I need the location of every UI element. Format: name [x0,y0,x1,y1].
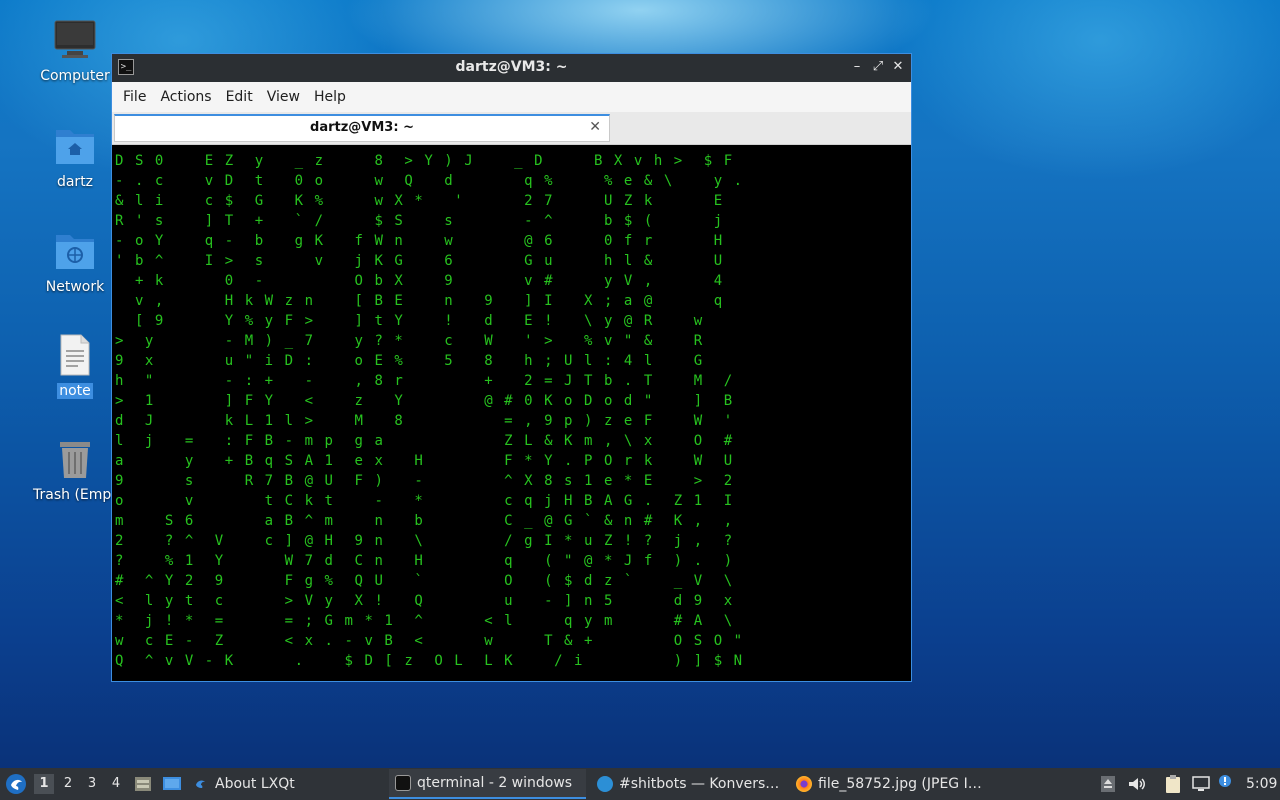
task-qterminal[interactable]: qterminal - 2 windows [389,769,586,799]
home-folder-icon [53,124,97,168]
konversation-icon [597,776,613,792]
text-file-icon [53,333,97,377]
workspace-4[interactable]: 4 [106,774,126,794]
terminal-line: & l i c $ G K % w X * ' 2 7 U Z k E [115,193,724,209]
terminal-line: * j ! * = = ; G m * 1 ^ < l q y m # A \ [115,613,734,629]
taskbar: 1 2 3 4 About LXQt qterminal - 2 windows… [0,768,1280,800]
eject-icon[interactable] [1100,775,1116,793]
tab-bar: dartz@VM3: ~ ✕ [112,112,911,145]
terminal-line: o v t C k t - * c q j H B A G . Z 1 I [115,493,734,509]
terminal-line: R ' s ] T + ` / $ S s - ^ b $ ( j [115,213,724,229]
maximize-button[interactable]: ⤢ [870,59,886,75]
terminal-line: a y + B q S A 1 e x H F * Y . P O r k W … [115,453,734,469]
trash-icon [53,437,97,481]
terminal-line: 9 s R 7 B @ U F ) - ^ X 8 s 1 e * E > 2 [115,473,734,489]
terminal-window[interactable]: >_ dartz@VM3: ~ – ⤢ ✕ File Actions Edit … [111,53,912,682]
window-title: dartz@VM3: ~ [455,59,568,75]
desktop-icon-note[interactable]: note [25,333,125,399]
terminal-line: 9 x u " i D : o E % 5 8 h ; U l : 4 l G [115,353,704,369]
desktop-icon-computer[interactable]: Computer [25,18,125,84]
terminal-line: > 1 ] F Y < z Y @ # 0 K o D o d " ] B [115,393,734,409]
task-label: About LXQt [215,776,295,792]
minimize-button[interactable]: – [849,59,865,75]
terminal-line: d J k L 1 l > M 8 = , 9 p ) z e F W ' [115,413,734,429]
terminal-line: w c E - Z < x . - v B < w T & + O S O " [115,633,744,649]
firefox-icon [796,776,812,792]
workspace-3[interactable]: 3 [82,774,102,794]
menu-edit[interactable]: Edit [219,89,260,105]
menu-help[interactable]: Help [307,89,353,105]
terminal-line: Q ^ v V - K . $ D [ z O L L K / i ) ] $ … [115,653,744,669]
file-manager-icon[interactable] [134,775,152,793]
menu-view[interactable]: View [260,89,307,105]
network-folder-icon [53,229,97,273]
tab-label: dartz@VM3: ~ [310,120,414,135]
terminal-line: l j = : F B - m p g a Z L & K m , \ x O … [115,433,734,449]
lxqt-menu-icon[interactable] [5,773,27,795]
desktop-icon-home[interactable]: dartz [25,124,125,190]
menu-file[interactable]: File [116,89,153,105]
clock[interactable]: 5:09 [1246,768,1277,800]
terminal-line: - o Y q - b g K f W n w @ 6 0 f r H [115,233,724,249]
terminal-line: ' b ^ I > s v j K G 6 G u h l & U [115,253,724,269]
desktop-icon-label: note [57,383,93,399]
terminal-line: < l y t c > V y X ! Q u - ] n 5 d 9 x [115,593,734,609]
tab-terminal[interactable]: dartz@VM3: ~ ✕ [114,114,610,142]
desktop-icon-trash[interactable]: Trash (Empty) [25,437,125,507]
notification-icon[interactable] [1217,774,1233,792]
terminal-line: [ 9 Y % y F > ] t Y ! d E ! \ y @ R w [115,313,704,329]
terminal-line: > y - M ) _ 7 y ? * c W ' > % v " & R [115,333,704,349]
task-about-lxqt[interactable]: About LXQt [193,769,383,799]
terminal-line: 2 ? ^ V c ] @ H 9 n \ / g I * u Z ! ? j … [115,533,734,549]
clipboard-icon[interactable] [1164,774,1182,794]
terminal-line: v , H k W z n [ B E n 9 ] I X ; a @ q [115,293,724,309]
desktop-icon-label: Network [45,279,105,295]
terminal-output[interactable]: D S 0 E Z y _ z 8 > Y ) J _ D B X v h > … [112,145,911,681]
show-desktop-icon[interactable] [162,775,182,793]
task-image-viewer[interactable]: file_58752.jpg (JPEG I… [796,769,986,799]
terminal-line: + k 0 - O b X 9 v # y V , 4 [115,273,724,289]
desktop-icon-label: Trash (Empty) [33,487,119,503]
task-label: qterminal - 2 windows [417,775,573,791]
terminal-line: ? % 1 Y W 7 d C n H q ( " @ * J f ) . ) [115,553,734,569]
terminal-line: m S 6 a B ^ m n b C _ @ G ` & n # K , , [115,513,734,529]
desktop-icon-label: Computer [40,68,110,84]
menu-bar: File Actions Edit View Help [112,82,911,112]
lxqt-icon [193,776,209,792]
task-label: file_58752.jpg (JPEG I… [818,776,982,792]
network-icon[interactable] [1191,775,1211,793]
task-label: #shitbots — Konvers… [619,776,780,792]
window-titlebar[interactable]: >_ dartz@VM3: ~ – ⤢ ✕ [112,54,911,82]
desktop-icon-label: dartz [56,174,94,190]
workspace-2[interactable]: 2 [58,774,78,794]
menu-actions[interactable]: Actions [153,89,218,105]
terminal-line: D S 0 E Z y _ z 8 > Y ) J _ D B X v h > … [115,153,734,169]
terminal-icon [395,775,411,791]
terminal-line: h " - : + - , 8 r + 2 = J T b . T M / [115,373,734,389]
tab-close-icon[interactable]: ✕ [589,119,601,135]
desktop-icon-network[interactable]: Network [25,229,125,295]
workspace-1[interactable]: 1 [34,774,54,794]
volume-icon[interactable] [1127,775,1145,793]
terminal-line: # ^ Y 2 9 F g % Q U ` O ( $ d z ` _ V \ [115,573,734,589]
close-button[interactable]: ✕ [890,59,906,75]
task-konversation[interactable]: #shitbots — Konvers… [597,769,782,799]
computer-icon [53,18,97,62]
terminal-line: - . c v D t 0 o w Q d q % % e & \ y . [115,173,744,189]
